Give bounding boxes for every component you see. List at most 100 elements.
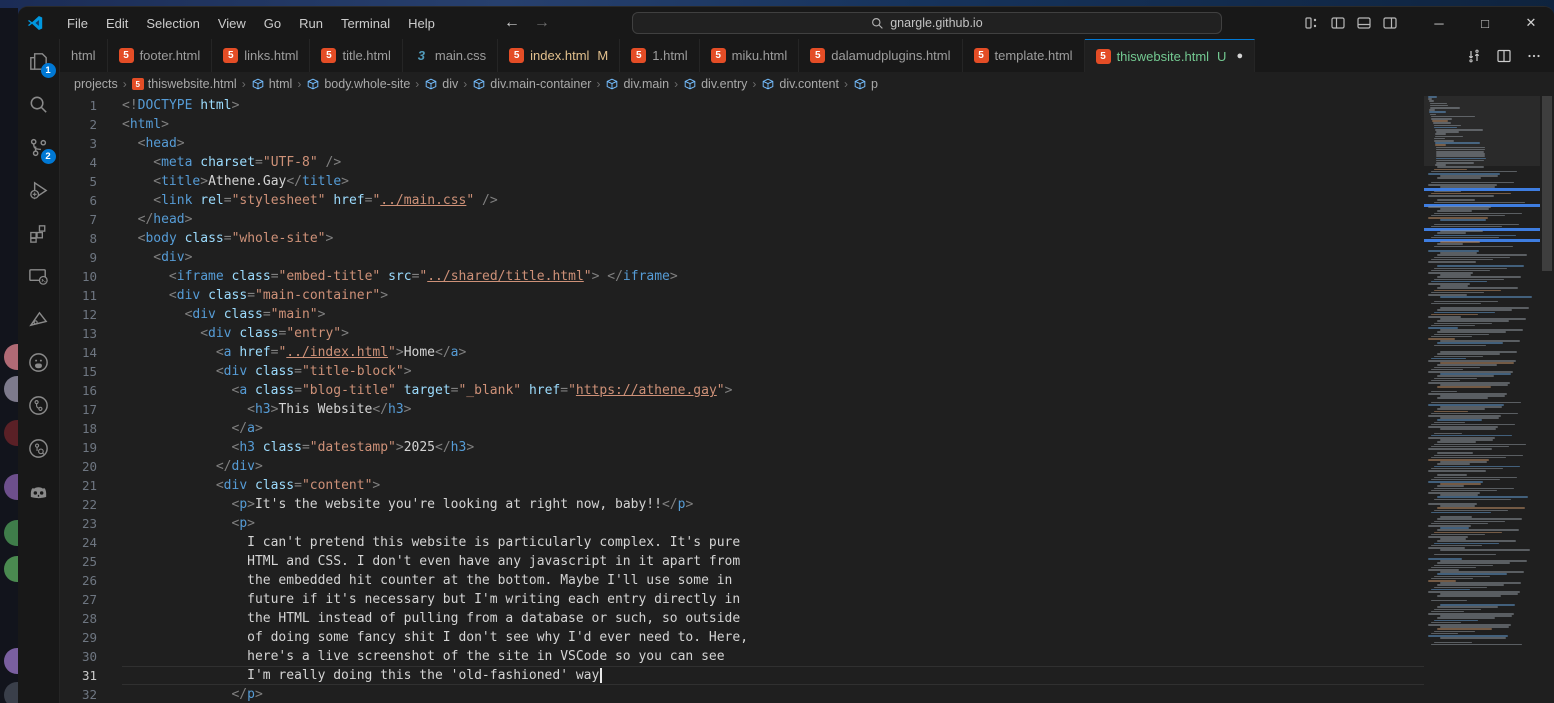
html-file-icon: 5 [119, 48, 134, 63]
activity-godot-icon[interactable] [23, 475, 55, 507]
menu-file[interactable]: File [58, 13, 97, 34]
code-line-27[interactable]: 27future if it's necessary but I'm writi… [60, 590, 1424, 609]
breadcrumb-item[interactable]: html [251, 77, 293, 91]
menu-view[interactable]: View [209, 13, 255, 34]
css-file-icon: 3 [414, 48, 429, 63]
activity-search-icon[interactable] [23, 88, 55, 120]
unsaved-dot-icon[interactable]: ● [1236, 50, 1243, 62]
code-line-8[interactable]: 8<body class="whole-site"> [60, 229, 1424, 248]
editor[interactable]: 1<!DOCTYPE html>2<html>3<head>4<meta cha… [60, 96, 1554, 703]
code-line-15[interactable]: 15<div class="title-block"> [60, 362, 1424, 381]
code-line-23[interactable]: 23<p> [60, 514, 1424, 533]
code-line-7[interactable]: 7</head> [60, 210, 1424, 229]
code-line-30[interactable]: 30here's a live screenshot of the site i… [60, 647, 1424, 666]
tab-thiswebsite.html[interactable]: 5thiswebsite.htmlU● [1085, 39, 1256, 72]
toggle-panel-icon[interactable] [1356, 15, 1372, 31]
command-center-search[interactable]: gnargle.github.io [632, 12, 1222, 34]
code-line-31[interactable]: 31I'm really doing this the 'old-fashion… [60, 666, 1424, 685]
breadcrumb-label: body.whole-site [324, 77, 410, 91]
breadcrumb-item[interactable]: div.entry [683, 77, 747, 91]
code-line-26[interactable]: 26the embedded hit counter at the bottom… [60, 571, 1424, 590]
code-line-24[interactable]: 24I can't pretend this website is partic… [60, 533, 1424, 552]
line-number: 12 [60, 305, 122, 324]
tab-label: html [71, 48, 96, 63]
code-line-3[interactable]: 3<head> [60, 134, 1424, 153]
breadcrumb-item[interactable]: projects [74, 77, 118, 91]
menu-terminal[interactable]: Terminal [332, 13, 399, 34]
code-line-17[interactable]: 17<h3>This Website</h3> [60, 400, 1424, 419]
menu-run[interactable]: Run [290, 13, 332, 34]
code-line-14[interactable]: 14<a href="../index.html">Home</a> [60, 343, 1424, 362]
code-line-18[interactable]: 18</a> [60, 419, 1424, 438]
activity-remote-explorer-icon[interactable] [23, 260, 55, 292]
code-line-10[interactable]: 10<iframe class="embed-title" src="../sh… [60, 267, 1424, 286]
activity-extensions-icon[interactable] [23, 217, 55, 249]
breadcrumb-item[interactable]: 5thiswebsite.html [132, 77, 237, 91]
breadcrumb-item[interactable]: div.main-container [472, 77, 591, 91]
code-line-20[interactable]: 20</div> [60, 457, 1424, 476]
code-line-1[interactable]: 1<!DOCTYPE html> [60, 96, 1424, 115]
code-line-28[interactable]: 28the HTML instead of pulling from a dat… [60, 609, 1424, 628]
line-number: 5 [60, 172, 122, 191]
breadcrumb-item[interactable]: body.whole-site [306, 77, 410, 91]
tab-footer.html[interactable]: 5footer.html [108, 39, 213, 72]
code-line-2[interactable]: 2<html> [60, 115, 1424, 134]
menu-edit[interactable]: Edit [97, 13, 137, 34]
toggle-secondary-sidebar-icon[interactable] [1382, 15, 1398, 31]
activity-run-debug-icon[interactable] [23, 174, 55, 206]
more-actions-icon[interactable] [1526, 48, 1542, 64]
vertical-scrollbar[interactable] [1540, 96, 1554, 703]
tab-index.html[interactable]: 5index.htmlM [498, 39, 620, 72]
activity-gitlens-icon[interactable] [23, 432, 55, 464]
minimap[interactable] [1424, 96, 1540, 703]
tab-html[interactable]: html [60, 39, 108, 72]
tab-miku.html[interactable]: 5miku.html [700, 39, 800, 72]
code-line-29[interactable]: 29of doing some fancy shit I don't see w… [60, 628, 1424, 647]
code-line-32[interactable]: 32</p> [60, 685, 1424, 703]
code-line-6[interactable]: 6<link rel="stylesheet" href="../main.cs… [60, 191, 1424, 210]
symbol-cube-icon [683, 77, 697, 91]
activity-git-graph-icon[interactable] [23, 389, 55, 421]
code-line-16[interactable]: 16<a class="blog-title" target="_blank" … [60, 381, 1424, 400]
close-button[interactable]: ✕ [1508, 7, 1554, 39]
tab-title.html[interactable]: 5title.html [310, 39, 402, 72]
code-line-12[interactable]: 12<div class="main"> [60, 305, 1424, 324]
code-area[interactable]: 1<!DOCTYPE html>2<html>3<head>4<meta cha… [60, 96, 1424, 703]
tab-dalamudplugins.html[interactable]: 5dalamudplugins.html [799, 39, 962, 72]
activity-source-control-icon[interactable]: 2 [23, 131, 55, 163]
code-text: future if it's necessary but I'm writing… [122, 590, 1424, 609]
tab-main.css[interactable]: 3main.css [403, 39, 498, 72]
code-line-21[interactable]: 21<div class="content"> [60, 476, 1424, 495]
scrollbar-thumb[interactable] [1542, 96, 1552, 271]
breadcrumb-item[interactable]: p [853, 77, 878, 91]
forward-arrow-icon[interactable]: → [534, 14, 550, 32]
activity-triangle-a-icon[interactable] [23, 303, 55, 335]
split-editor-icon[interactable] [1496, 48, 1512, 64]
tab-links.html[interactable]: 5links.html [212, 39, 310, 72]
layout-controls [1304, 15, 1398, 31]
code-line-5[interactable]: 5<title>Athene.Gay</title> [60, 172, 1424, 191]
menu-selection[interactable]: Selection [137, 13, 208, 34]
back-arrow-icon[interactable]: ← [504, 14, 520, 32]
breadcrumb-item[interactable]: div.main [605, 77, 669, 91]
activity-explorer-icon[interactable]: 1 [23, 45, 55, 77]
code-line-22[interactable]: 22<p>It's the website you're looking at … [60, 495, 1424, 514]
code-line-19[interactable]: 19<h3 class="datestamp">2025</h3> [60, 438, 1424, 457]
code-line-25[interactable]: 25HTML and CSS. I don't even have any ja… [60, 552, 1424, 571]
code-line-9[interactable]: 9<div> [60, 248, 1424, 267]
code-line-4[interactable]: 4<meta charset="UTF-8" /> [60, 153, 1424, 172]
code-line-11[interactable]: 11<div class="main-container"> [60, 286, 1424, 305]
toggle-primary-sidebar-icon[interactable] [1330, 15, 1346, 31]
breadcrumb-item[interactable]: div.content [761, 77, 839, 91]
minimize-button[interactable]: ─ [1416, 7, 1462, 39]
code-line-13[interactable]: 13<div class="entry"> [60, 324, 1424, 343]
tab-1.html[interactable]: 51.html [620, 39, 699, 72]
breadcrumb-item[interactable]: div [424, 77, 458, 91]
menu-help[interactable]: Help [399, 13, 444, 34]
tab-template.html[interactable]: 5template.html [963, 39, 1085, 72]
open-changes-icon[interactable] [1466, 48, 1482, 64]
maximize-button[interactable]: □ [1462, 7, 1508, 39]
menu-go[interactable]: Go [255, 13, 290, 34]
activity-github-icon[interactable] [23, 346, 55, 378]
customize-layout-icon[interactable] [1304, 15, 1320, 31]
